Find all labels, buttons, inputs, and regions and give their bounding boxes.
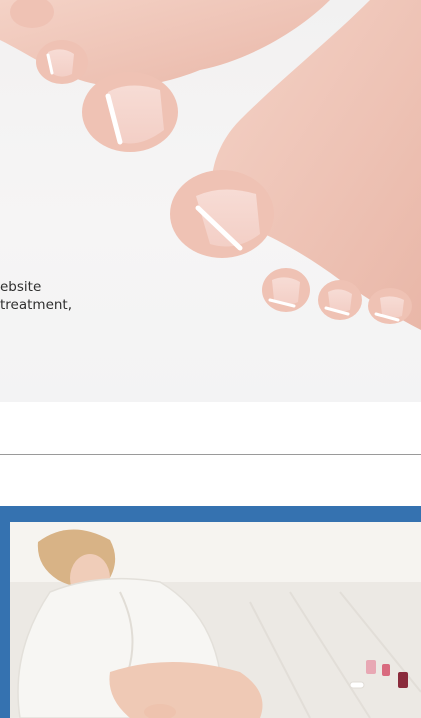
hero-caption-line-2: treatment, bbox=[0, 297, 73, 313]
hero-image: ebsite treatment, bbox=[0, 0, 421, 402]
hero-caption: ebsite treatment, bbox=[0, 278, 72, 314]
section-divider bbox=[0, 454, 421, 455]
pedicure-photo-frame bbox=[0, 506, 421, 718]
feet-illustration bbox=[0, 0, 421, 330]
woman-robe-photo bbox=[10, 522, 421, 718]
woman-robe-illustration bbox=[10, 522, 421, 718]
hero-caption-line-1: ebsite bbox=[0, 279, 42, 295]
